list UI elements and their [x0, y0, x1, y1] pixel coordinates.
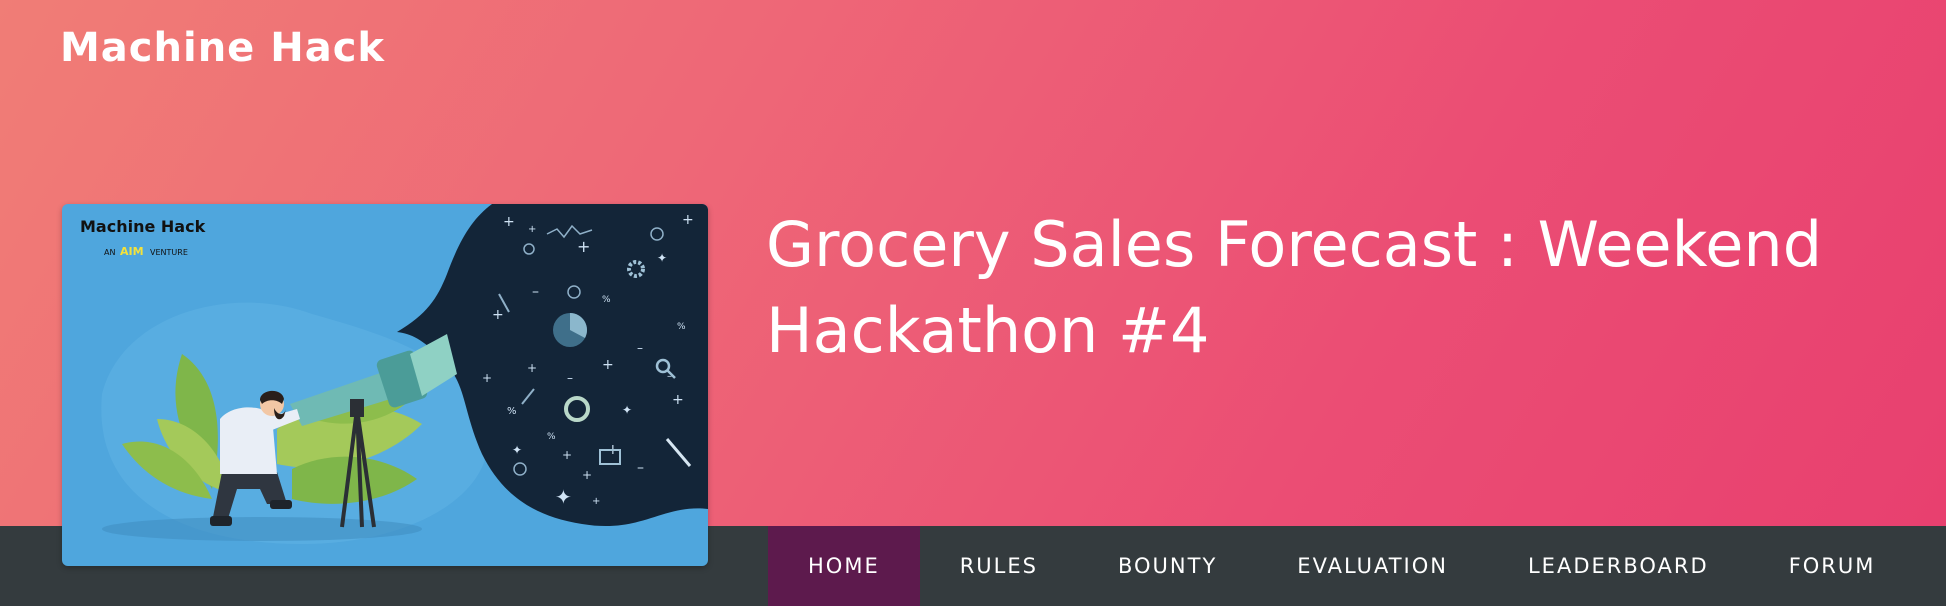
svg-text:%: %: [507, 406, 517, 417]
tab-rules[interactable]: RULES: [920, 526, 1078, 606]
banner-sub-prefix: AN: [104, 248, 115, 257]
svg-text:+: +: [582, 468, 592, 482]
tab-bounty[interactable]: BOUNTY: [1078, 526, 1257, 606]
svg-text:%: %: [547, 432, 556, 442]
tab-home[interactable]: HOME: [768, 526, 920, 606]
svg-text:+: +: [682, 212, 694, 228]
svg-text:+: +: [492, 307, 504, 323]
machinehack-logo[interactable]: Machine Hack: [60, 22, 385, 74]
svg-text:✦: ✦: [622, 403, 632, 417]
nav-tabs: HOME RULES BOUNTY EVALUATION LEADERBOARD…: [768, 526, 1915, 606]
svg-text:–: –: [637, 341, 643, 355]
tab-forum[interactable]: FORUM: [1749, 526, 1916, 606]
svg-text:+: +: [602, 357, 614, 373]
svg-text:–: –: [637, 460, 644, 476]
banner-sub-suffix: VENTURE: [150, 248, 188, 257]
svg-text:–: –: [567, 371, 573, 385]
svg-text:+: +: [562, 448, 572, 462]
tab-leaderboard[interactable]: LEADERBOARD: [1488, 526, 1749, 606]
svg-text:✦: ✦: [555, 485, 572, 509]
svg-text:+: +: [528, 224, 536, 235]
svg-text:%: %: [677, 322, 686, 332]
svg-text:+: +: [482, 371, 492, 385]
svg-text:✦: ✦: [657, 251, 667, 265]
svg-text:+: +: [577, 237, 590, 256]
svg-text:–: –: [532, 284, 539, 300]
svg-text:✦: ✦: [512, 443, 522, 457]
svg-text:+: +: [672, 392, 684, 408]
page-title: Grocery Sales Forecast : Weekend Hackath…: [766, 208, 1823, 367]
banner-logo-text: Machine Hack: [80, 217, 206, 236]
tab-evaluation[interactable]: EVALUATION: [1257, 526, 1488, 606]
hackathon-banner-image: + + + + – + – + + + – + ✦ % % % % + + + …: [62, 204, 708, 566]
svg-text:+: +: [503, 214, 515, 230]
svg-text:%: %: [602, 295, 611, 305]
svg-text:+: +: [527, 361, 537, 375]
svg-text:+: +: [592, 496, 600, 507]
banner-sub-brand: AIM: [120, 245, 144, 258]
